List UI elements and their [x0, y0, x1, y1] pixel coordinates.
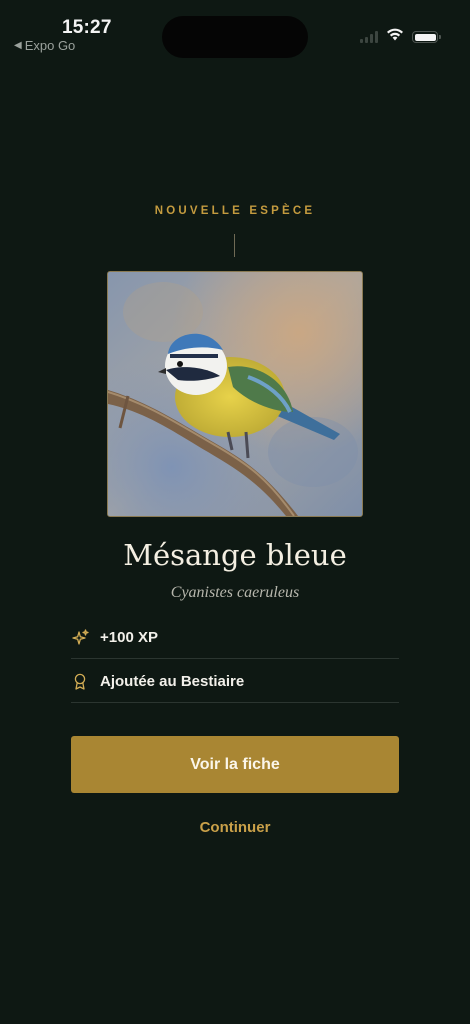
- continue-button[interactable]: Continuer: [0, 819, 470, 836]
- sparkle-icon: [71, 628, 89, 646]
- view-sheet-button[interactable]: Voir la fiche: [71, 736, 399, 793]
- back-triangle-icon: ◀: [14, 40, 22, 51]
- new-species-kicker: NOUVELLE ESPÈCE: [154, 205, 316, 217]
- blue-tit-photo: [107, 271, 363, 517]
- status-icons: [360, 28, 441, 46]
- new-species-screen: 15:27 ◀ Expo Go NOUVELLE ESPÈCE Mésange …: [0, 0, 470, 1024]
- reward-bestiary-label: Ajoutée au Bestiaire: [100, 672, 245, 690]
- vertical-divider: [234, 234, 235, 257]
- back-to-app-link[interactable]: ◀ Expo Go: [14, 38, 75, 53]
- species-latin-name: Cyanistes caeruleus: [170, 584, 300, 601]
- status-bar: 15:27 ◀ Expo Go: [0, 0, 470, 60]
- status-time: 15:27: [62, 17, 112, 38]
- back-app-label: Expo Go: [24, 38, 76, 53]
- reward-xp-label: +100 XP: [100, 628, 158, 646]
- award-ribbon-icon: [71, 672, 89, 690]
- dynamic-island: [162, 16, 308, 58]
- reward-bestiary-row: Ajoutée au Bestiaire: [71, 660, 399, 703]
- species-name: Mésange bleue: [123, 538, 347, 572]
- battery-icon: [412, 31, 441, 43]
- wifi-icon: [386, 28, 404, 46]
- reward-xp-row: +100 XP: [71, 616, 399, 659]
- signal-icon: [360, 31, 378, 43]
